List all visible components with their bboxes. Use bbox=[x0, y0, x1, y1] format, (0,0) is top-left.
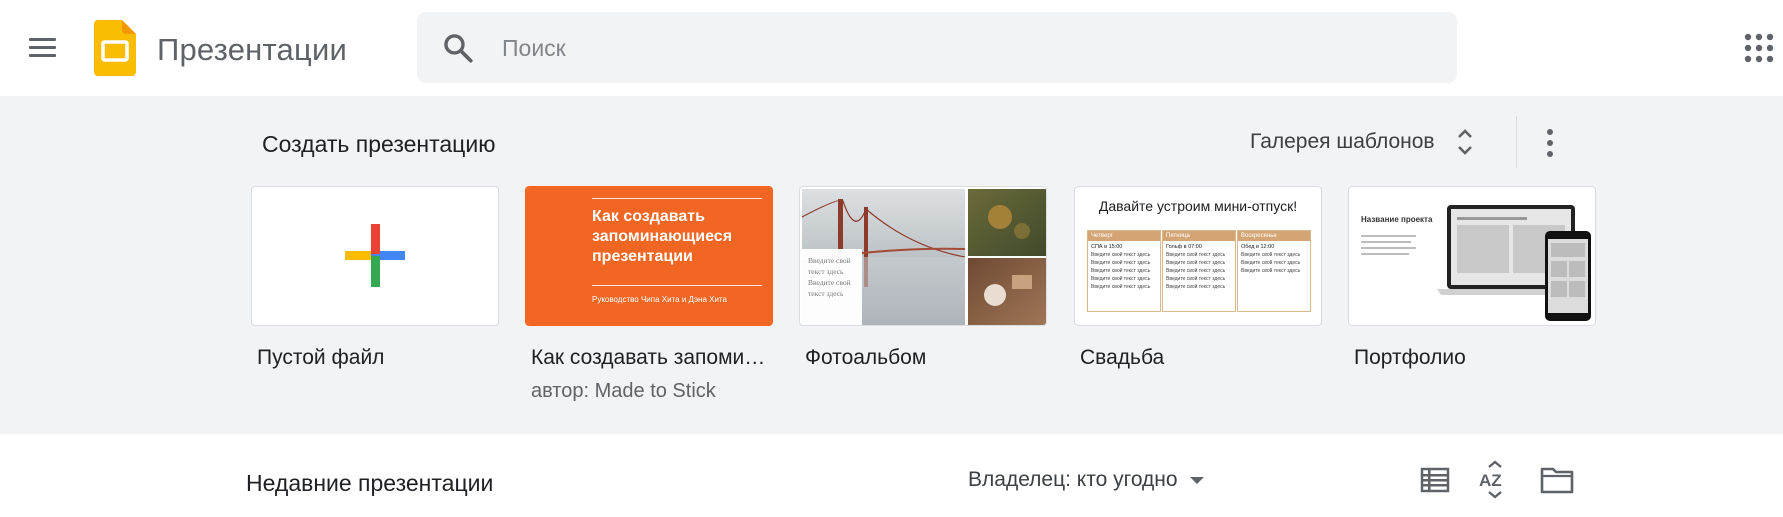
schedule-column: Четверг СПА в 15:00 Введите свой текст з… bbox=[1087, 230, 1161, 312]
schedule-filler: Введите свой текст здесь bbox=[1166, 284, 1226, 290]
app-title: Презентации bbox=[157, 32, 347, 67]
template-thumbnail[interactable]: Как создавать запоминающиеся презентации… bbox=[525, 186, 773, 326]
schedule-day: Пятница bbox=[1163, 231, 1235, 241]
main-menu-button[interactable] bbox=[20, 26, 64, 70]
owner-filter-label: Владелец: кто угодно bbox=[968, 468, 1178, 491]
hamburger-menu-icon bbox=[29, 38, 56, 41]
template-thumbnail[interactable]: Введите свой текст здесь Введите свой те… bbox=[799, 186, 1047, 326]
thumbnail-caption: Введите свой текст здесь Введите свой те… bbox=[808, 256, 851, 298]
template-name: Как создавать запоминающиеся презентации bbox=[531, 346, 767, 369]
schedule-event: Обед в 12:00 bbox=[1241, 244, 1275, 250]
dropdown-caret-icon bbox=[1189, 476, 1204, 484]
owner-filter-dropdown[interactable]: Владелец: кто угодно bbox=[968, 462, 1204, 498]
thumbnail-rule bbox=[592, 285, 762, 286]
sort-az-icon[interactable]: AZ bbox=[1474, 458, 1518, 502]
template-made-to-stick[interactable]: Как создавать запоминающиеся презентации… bbox=[525, 186, 773, 403]
folder-icon[interactable] bbox=[1535, 458, 1579, 502]
schedule-day: Воскресенье bbox=[1238, 231, 1310, 241]
schedule-filler: Введите свой текст здесь bbox=[1166, 268, 1226, 274]
thumbnail-subtitle: Руководство Чипа Хита и Дэна Хита bbox=[592, 295, 727, 304]
template-thumbnail[interactable]: Давайте устроим мини-отпуск! Четверг СПА… bbox=[1074, 186, 1322, 326]
svg-text:AZ: AZ bbox=[1479, 471, 1502, 490]
template-author: автор: Made to Stick bbox=[531, 380, 716, 402]
schedule-filler: Введите свой текст здесь bbox=[1166, 252, 1226, 258]
template-blank[interactable]: Пустой файл bbox=[251, 186, 499, 370]
template-name: Свадьба bbox=[1080, 346, 1165, 369]
thumbnail-rule bbox=[592, 198, 762, 199]
schedule-filler: Введите свой текст здесь bbox=[1241, 252, 1301, 258]
template-name: Фотоальбом bbox=[805, 346, 927, 369]
schedule-filler: Введите свой текст здесь bbox=[1091, 260, 1151, 266]
template-gallery: Создать презентацию Галерея шаблонов Пус… bbox=[0, 96, 1783, 434]
template-name: Портфолио bbox=[1354, 346, 1466, 369]
thumbnail-title: Давайте устроим мини-отпуск! bbox=[1098, 198, 1298, 214]
schedule-filler: Введите свой текст здесь bbox=[1241, 268, 1301, 274]
device-mockup bbox=[1361, 205, 1591, 321]
template-gallery-toggle[interactable]: Галерея шаблонов bbox=[1250, 116, 1477, 168]
app-header: Презентации bbox=[0, 0, 1783, 96]
hamburger-menu-icon-bar bbox=[29, 54, 56, 57]
search-input[interactable] bbox=[502, 24, 1402, 72]
schedule-filler: Введите свой текст здесь bbox=[1166, 276, 1226, 282]
search-icon[interactable] bbox=[441, 31, 475, 65]
template-name: Пустой файл bbox=[257, 346, 385, 369]
schedule-filler: Введите свой текст здесь bbox=[1091, 284, 1151, 290]
plus-icon bbox=[345, 224, 405, 287]
slides-logo-icon[interactable] bbox=[94, 20, 136, 76]
schedule-event: Гольф в 07:00 bbox=[1166, 244, 1202, 250]
schedule-event: СПА в 15:00 bbox=[1091, 244, 1123, 250]
divider bbox=[1516, 116, 1517, 168]
more-options-icon[interactable] bbox=[1532, 118, 1568, 168]
list-view-icon[interactable] bbox=[1413, 458, 1457, 502]
template-gallery-label: Галерея шаблонов bbox=[1250, 130, 1435, 153]
search-bar[interactable] bbox=[417, 12, 1457, 83]
schedule-filler: Введите свой текст здесь bbox=[1241, 260, 1301, 266]
template-wedding[interactable]: Давайте устроим мини-отпуск! Четверг СПА… bbox=[1074, 186, 1322, 370]
schedule-day: Четверг bbox=[1088, 231, 1160, 241]
schedule-filler: Введите свой текст здесь bbox=[1091, 252, 1151, 258]
apps-grid-icon[interactable] bbox=[1744, 33, 1774, 63]
schedule-column: Пятница Гольф в 07:00 Введите свой текст… bbox=[1162, 230, 1236, 312]
gallery-title: Создать презентацию bbox=[262, 131, 496, 157]
unfold-more-icon bbox=[1457, 129, 1472, 155]
template-thumbnail[interactable] bbox=[251, 186, 499, 326]
template-thumbnail[interactable]: Название проекта bbox=[1348, 186, 1596, 326]
template-photo-album[interactable]: Введите свой текст здесь Введите свой те… bbox=[799, 186, 1047, 370]
schedule-filler: Введите свой текст здесь bbox=[1166, 260, 1226, 266]
hamburger-menu-icon-bar bbox=[29, 46, 56, 49]
schedule-filler: Введите свой текст здесь bbox=[1091, 276, 1151, 282]
recent-presentations-title: Недавние презентации bbox=[246, 470, 494, 496]
schedule-filler: Введите свой текст здесь bbox=[1091, 268, 1151, 274]
template-portfolio[interactable]: Название проекта Портфолио bbox=[1348, 186, 1596, 370]
schedule-column: Воскресенье Обед в 12:00 Введите свой те… bbox=[1237, 230, 1311, 312]
thumbnail-title: Как создавать запоминающиеся презентации bbox=[592, 208, 733, 265]
